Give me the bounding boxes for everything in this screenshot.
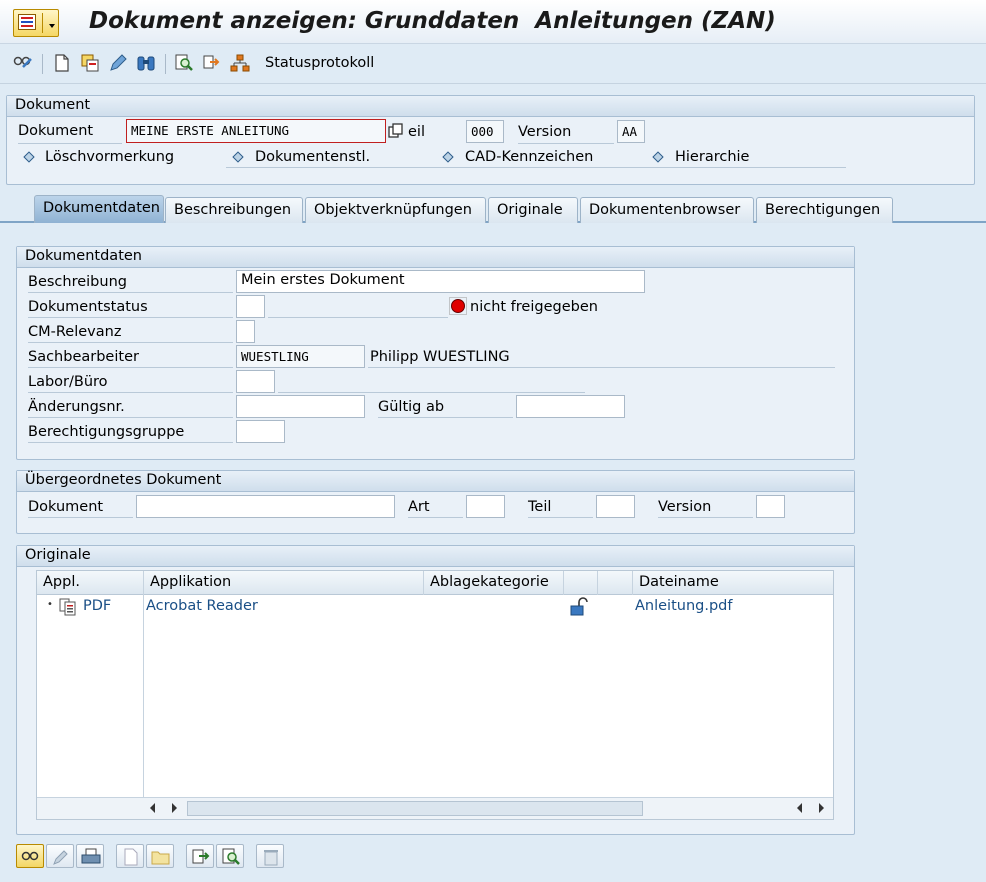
statusprotokoll-button[interactable]: Statusprotokoll [265,55,374,71]
status-text: nicht freigegeben [470,299,598,315]
display-change-button[interactable] [16,844,44,868]
ueb-version-field[interactable] [756,495,785,518]
horizontal-scrollbar[interactable] [37,797,833,819]
version-label: Version [518,124,572,140]
tab-dokumentdaten[interactable]: Dokumentdaten [34,195,164,223]
pencil-icon [53,850,68,865]
hierarchie-link[interactable]: Hierarchie [675,149,749,165]
print-button[interactable] [76,844,104,868]
view-original-button[interactable] [216,844,244,868]
ueb-teil-label: Teil [528,499,552,515]
tab-beschreibungen[interactable]: Beschreibungen [165,197,303,223]
ueb-version-label: Version [658,499,712,515]
cad-kennzeichen-link[interactable]: CAD-Kennzeichen [465,149,593,165]
folder-icon [151,851,170,865]
aenderungsnr-field[interactable] [236,395,365,418]
column-header-applikation[interactable]: Applikation [144,571,424,595]
dokumentstatus-label: Dokumentstatus [28,299,148,315]
tab-originale[interactable]: Originale [488,197,578,223]
ueb-art-field[interactable] [466,495,505,518]
pencil-icon[interactable] [108,53,128,73]
tab-berechtigungen[interactable]: Berechtigungen [756,197,893,223]
document-icon [59,598,76,616]
new-document-icon [124,848,138,866]
group-title: Dokumentdaten [25,248,142,264]
hierarchy-icon[interactable] [230,53,250,73]
labor-buero-field[interactable] [236,370,275,393]
trash-icon [264,850,278,866]
column-header-lock[interactable] [564,571,598,595]
scroll-left-icon[interactable] [797,803,802,813]
copy-icon[interactable] [388,123,404,139]
cm-relevanz-label: CM-Relevanz [28,324,122,340]
transfer-icon[interactable] [202,53,222,73]
beschreibung-field[interactable]: Mein erstes Dokument [236,270,645,293]
edit-button[interactable] [46,844,74,868]
ueb-dokument-label: Dokument [28,499,104,515]
transfer-icon [192,849,210,864]
checkin-button[interactable] [186,844,214,868]
column-header-appl[interactable]: Appl. [37,571,144,595]
tab-objektverknuepfungen[interactable]: Objektverknüpfungen [305,197,486,223]
search-icon [222,848,240,865]
menu-icon [18,14,36,30]
column-header-ablagekategorie[interactable]: Ablagekategorie [424,571,564,595]
ueb-teil-field[interactable] [596,495,635,518]
scroll-left-icon[interactable] [150,803,155,813]
table-header: Appl. Applikation Ablagekategorie Datein… [37,571,833,595]
page-title: Dokument anzeigen: Grunddaten Anleitunge… [89,8,776,34]
dokument-label: Dokument [18,123,94,139]
group-title: Dokument [15,97,91,113]
loeschvormerkung-link[interactable]: Löschvormerkung [45,149,174,165]
status-light-icon [449,297,467,315]
scroll-right-icon[interactable] [172,803,177,813]
ueb-dokument-field[interactable] [136,495,395,518]
scroll-thumb[interactable] [187,801,643,816]
new-document-icon[interactable] [52,53,72,73]
beschreibung-label: Beschreibung [28,274,127,290]
berechtigungsgruppe-field[interactable] [236,420,285,443]
column-header-extra[interactable] [598,571,633,595]
cell-dateiname[interactable]: Anleitung.pdf [635,598,732,614]
title-bar: Dokument anzeigen: Grunddaten Anleitunge… [0,0,986,44]
aenderungsnr-label: Änderungsnr. [28,399,125,415]
delete-button[interactable] [256,844,284,868]
dokumentstatus-field[interactable] [236,295,265,318]
cell-applikation[interactable]: Acrobat Reader [146,598,258,614]
version-field[interactable]: AA [617,120,645,143]
sachbearbeiter-field[interactable]: WUESTLING [236,345,365,368]
ueb-art-label: Art [408,499,430,515]
column-header-dateiname[interactable]: Dateiname [633,571,835,595]
dokument-field[interactable]: MEINE ERSTE ANLEITUNG [126,119,386,143]
dokumentenstl-link[interactable]: Dokumentenstl. [255,149,370,165]
printer-icon [81,848,101,864]
labor-buero-label: Labor/Büro [28,374,108,390]
new-original-button[interactable] [116,844,144,868]
teil-field[interactable]: 000 [466,120,504,143]
unlock-icon[interactable] [570,597,588,617]
sachbearbeiter-label: Sachbearbeiter [28,349,139,365]
open-folder-button[interactable] [146,844,174,868]
search-icon[interactable] [174,53,194,73]
table-row[interactable]: • PDF Acrobat Reader Anleitung.pdf [37,596,833,618]
create-copy-icon[interactable] [80,53,100,73]
cell-appl[interactable]: PDF [83,598,111,614]
scroll-right-icon[interactable] [819,803,824,813]
chevron-down-icon [49,24,55,28]
teil-label: eil [408,124,425,140]
binoculars-icon[interactable] [136,53,156,73]
group-title: Originale [25,547,91,563]
group-title: Übergeordnetes Dokument [25,472,222,488]
cm-relevanz-checkbox[interactable] [236,320,255,343]
berechtigungsgruppe-label: Berechtigungsgruppe [28,424,185,440]
display-change-icon[interactable] [13,53,33,73]
sachbearbeiter-name: Philipp WUESTLING [370,349,510,365]
gueltig-ab-field[interactable] [516,395,625,418]
originale-table: Appl. Applikation Ablagekategorie Datein… [36,570,834,820]
glasses-icon [21,851,39,861]
application-toolbar: Statusprotokoll [0,44,986,84]
system-menu-button[interactable] [13,9,59,37]
gueltig-ab-label: Gültig ab [378,399,445,415]
tab-dokumentenbrowser[interactable]: Dokumentenbrowser [580,197,754,223]
